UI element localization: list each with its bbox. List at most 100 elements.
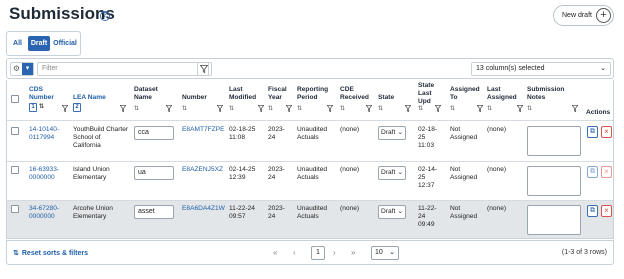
sort-icon[interactable]: ⇅ — [182, 105, 187, 112]
reset-sorts-filters-button[interactable]: ⇅ Reset sorts & filters — [13, 249, 88, 257]
column-filter-icon[interactable] — [517, 105, 523, 112]
submission-number-link[interactable]: E8AMT7FZPE — [182, 126, 226, 134]
column-filter-icon[interactable] — [217, 105, 223, 112]
row-checkbox[interactable] — [11, 127, 19, 135]
cds-number-link[interactable]: 14-10140-0117994 — [29, 126, 69, 142]
lea-name: Arcohe Union Elementary — [73, 205, 113, 220]
sort-desc-icon: ⇅ — [39, 104, 45, 110]
column-filter-icon[interactable] — [62, 105, 68, 112]
dataset-name-input[interactable]: asset — [134, 205, 174, 219]
state-select[interactable]: Draft ⌄ — [378, 205, 406, 219]
state-value: Draft — [381, 208, 396, 215]
chevron-down-icon[interactable]: ▾ — [22, 63, 33, 75]
rows-per-page-select[interactable]: 10 ⌄ — [371, 246, 399, 260]
tab-all[interactable]: All — [10, 36, 25, 51]
copy-icon[interactable]: ⧉ — [587, 205, 598, 217]
column-filter-icon[interactable] — [435, 105, 441, 112]
fiscal-year: 2023-24 — [268, 166, 285, 181]
copy-icon[interactable]: ⧉ — [587, 166, 598, 178]
column-header-lea-name[interactable]: LEA Name 2 — [73, 94, 113, 112]
lea-name-header-label: LEA Name — [73, 94, 106, 101]
sort-icon[interactable]: ⇅ — [297, 105, 302, 112]
column-filter-icon[interactable] — [327, 105, 333, 112]
column-filter-icon[interactable] — [366, 105, 372, 112]
sort-icon[interactable]: ⇅ — [378, 105, 383, 112]
column-filter-icon[interactable] — [286, 105, 292, 112]
sort-icon[interactable]: ⇅ — [418, 105, 423, 112]
new-draft-label: New draft — [562, 12, 592, 19]
column-selector-value: 13 column(s) selected — [476, 65, 545, 72]
column-filter-icon[interactable] — [258, 105, 264, 112]
next-page-icon[interactable]: › — [333, 248, 336, 257]
reset-label: Reset sorts & filters — [21, 250, 89, 257]
filter-input[interactable]: Filter — [37, 62, 212, 76]
filter-funnel-icon[interactable] — [197, 62, 209, 76]
column-filter-icon[interactable] — [572, 105, 578, 112]
last-page-icon[interactable]: » — [351, 248, 355, 257]
column-header-submission-notes[interactable]: Submission Notes — [527, 86, 571, 102]
sort-icon[interactable]: ⇅ — [527, 105, 532, 112]
column-header-number[interactable]: Number — [182, 94, 218, 102]
tab-official[interactable]: Official — [53, 36, 77, 51]
column-filter-icon[interactable] — [166, 105, 172, 112]
column-header-last-modified[interactable]: Last Modified — [229, 86, 259, 102]
dataset-name-input[interactable]: cca — [134, 126, 174, 140]
cds-number-header-label: CDS Number — [29, 86, 54, 101]
last-assigned: (none) — [487, 126, 507, 133]
question-circle-icon[interactable]: ? — [100, 11, 110, 21]
state-select[interactable]: Draft ⌄ — [378, 126, 406, 140]
column-header-reporting-period[interactable]: Reporting Period — [297, 86, 331, 102]
column-header-last-assigned[interactable]: Last Assigned — [487, 86, 519, 102]
submission-notes-input[interactable] — [527, 166, 581, 196]
dataset-name-input[interactable]: ua — [134, 166, 174, 180]
cde-received: (none) — [340, 205, 360, 212]
cds-number-link[interactable]: 16-63933-0000000 — [29, 166, 69, 182]
submission-notes-input[interactable] — [527, 126, 581, 156]
table-row: 16-63933-0000000 Island Union Elementary… — [7, 161, 613, 200]
column-header-fiscal-year[interactable]: Fiscal Year — [268, 86, 292, 102]
rows-per-page-value: 10 — [375, 249, 383, 256]
state-select[interactable]: Draft ⌄ — [378, 166, 406, 180]
column-filter-icon[interactable] — [477, 105, 483, 112]
column-header-assigned-to[interactable]: Assigned To — [450, 86, 480, 102]
chevron-down-icon: ⌄ — [397, 129, 403, 136]
copy-icon[interactable]: ⧉ — [587, 126, 598, 138]
new-draft-button[interactable]: New draft + — [553, 5, 614, 26]
tab-draft[interactable]: Draft — [28, 36, 50, 51]
last-assigned: (none) — [487, 166, 507, 173]
submission-notes-input[interactable] — [527, 205, 581, 235]
assigned-to: Not Assigned — [450, 126, 478, 141]
sort-icon[interactable]: ⇅ — [134, 105, 139, 112]
submission-filter-tabs: All Draft Official — [6, 31, 81, 56]
column-header-state-last-upd[interactable]: State Last Upd — [418, 82, 438, 106]
delete-icon[interactable]: × — [601, 166, 612, 178]
column-header-state[interactable]: State — [378, 94, 402, 102]
chevron-down-icon: ⌄ — [600, 65, 606, 72]
column-selector[interactable]: 13 column(s) selected ⌄ — [471, 62, 611, 76]
prev-page-icon[interactable]: ‹ — [293, 248, 296, 257]
delete-icon[interactable]: × — [601, 126, 612, 138]
sort-icon[interactable]: ⇅ — [487, 105, 492, 112]
first-page-icon[interactable]: « — [273, 248, 277, 257]
row-checkbox[interactable] — [11, 205, 19, 213]
column-header-cde-received[interactable]: CDE Received — [340, 86, 370, 102]
sort-icon[interactable]: ⇅ — [340, 105, 345, 112]
submission-number-link[interactable]: E8AZENJ5XZ — [182, 166, 226, 174]
last-modified: 02-18-25 11:08 — [229, 126, 256, 141]
sort-icon[interactable]: ⇅ — [229, 105, 234, 112]
current-page[interactable]: 1 — [311, 246, 325, 260]
column-header-dataset-name[interactable]: Dataset Name — [134, 86, 168, 102]
submission-number-link[interactable]: E8A6DA4Z1W — [182, 205, 226, 213]
state-last-upd: 11-22-24 09:49 — [418, 205, 437, 228]
table-settings-button[interactable]: ⚙ ▾ — [10, 62, 34, 76]
sort-icon[interactable]: ⇅ — [450, 105, 455, 112]
lea-name: YouthBuild Charter School of California — [73, 126, 129, 149]
row-checkbox[interactable] — [11, 166, 19, 174]
sort-icon[interactable]: ⇅ — [268, 105, 273, 112]
column-header-cds-number[interactable]: CDS Number 1 ⇅ — [29, 86, 63, 112]
delete-icon[interactable]: × — [601, 205, 612, 217]
column-filter-icon[interactable] — [405, 105, 411, 112]
cds-number-link[interactable]: 34-67280-0000000 — [29, 205, 69, 221]
column-filter-icon[interactable] — [120, 105, 126, 112]
select-all-checkbox[interactable] — [11, 95, 19, 103]
